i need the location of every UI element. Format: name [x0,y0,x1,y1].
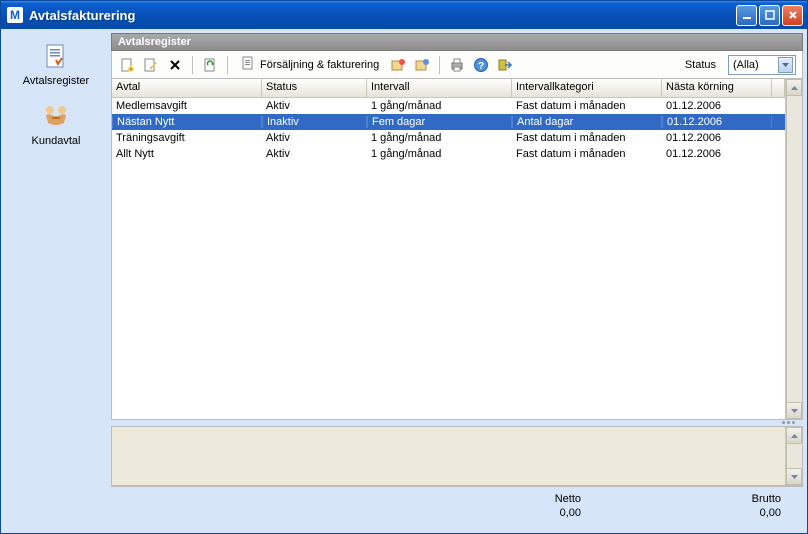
table-cell: 1 gång/månad [367,100,512,112]
titlebar[interactable]: M Avtalsfakturering [1,1,807,29]
toolbar: Försäljning & fakturering ? Status (Alla… [111,51,803,79]
column-header-spacer [772,79,785,97]
table-cell: Aktiv [262,132,367,144]
separator [439,56,440,74]
table-cell: Allt Nytt [112,148,262,160]
brutto-label: Brutto [701,493,781,505]
table-cell: 01.12.2006 [662,148,772,160]
delete-button[interactable] [166,56,184,74]
vertical-scrollbar[interactable] [785,79,802,419]
action2-button[interactable] [413,56,431,74]
sales-invoicing-label: Försäljning & fakturering [260,59,379,71]
table-cell: 1 gång/månad [367,132,512,144]
help-button[interactable]: ? [472,56,490,74]
netto-value: 0,00 [501,507,581,519]
table-cell: Antal dagar [512,116,662,128]
table-row[interactable]: MedlemsavgiftAktiv1 gång/månadFast datum… [112,98,785,114]
column-header-intervallkategori[interactable]: Intervallkategori [512,79,662,97]
scroll-track[interactable] [786,444,802,468]
refresh-button[interactable] [201,56,219,74]
table-cell: Träningsavgift [112,132,262,144]
column-header-intervall[interactable]: Intervall [367,79,512,97]
table-body: MedlemsavgiftAktiv1 gång/månadFast datum… [112,98,785,419]
print-button[interactable] [448,56,466,74]
sidebar-item-avtalsregister[interactable]: Avtalsregister [23,41,89,87]
table-cell: Fast datum i månaden [512,148,662,160]
window-title: Avtalsfakturering [29,8,736,23]
panel-title: Avtalsregister [111,33,803,51]
sales-invoicing-button[interactable]: Försäljning & fakturering [236,53,383,76]
document-icon [240,55,256,74]
status-select-value: (Alla) [733,59,759,71]
table-cell: Inaktiv [262,116,367,128]
sidebar-item-kundavtal[interactable]: Kundavtal [32,101,81,147]
document-icon [38,41,74,73]
app-icon: M [7,7,23,23]
table-cell: Fem dagar [367,116,512,128]
table-header: Avtal Status Intervall Intervallkategori… [112,79,785,98]
table-cell: 01.12.2006 [662,100,772,112]
status-label: Status [685,59,716,71]
brutto-value: 0,00 [701,507,781,519]
scroll-down-button[interactable] [786,402,802,419]
main-panel: Avtalsregister Försäljning & fakturering… [111,33,803,529]
scroll-up-button[interactable] [786,79,802,96]
svg-text:?: ? [478,61,484,72]
sidebar-item-label: Kundavtal [32,135,81,147]
table-cell: Medlemsavgift [112,100,262,112]
scroll-track[interactable] [786,96,802,402]
splitter-grip[interactable] [111,421,803,426]
table-cell: Aktiv [262,148,367,160]
table: Avtal Status Intervall Intervallkategori… [111,79,803,420]
table-cell: Nästan Nytt [112,116,262,128]
action1-button[interactable] [389,56,407,74]
table-row[interactable]: TräningsavgiftAktiv1 gång/månadFast datu… [112,130,785,146]
netto-label: Netto [501,493,581,505]
close-button[interactable] [782,5,803,26]
scroll-up-button[interactable] [786,427,802,444]
scroll-down-button[interactable] [786,468,802,485]
totals-row: Netto 0,00 Brutto 0,00 [111,486,803,523]
separator [192,56,193,74]
table-cell: Fast datum i månaden [512,132,662,144]
table-cell: 01.12.2006 [662,132,772,144]
column-header-nasta-korning[interactable]: Nästa körning [662,79,772,97]
column-header-avtal[interactable]: Avtal [112,79,262,97]
maximize-button[interactable] [759,5,780,26]
new-button[interactable] [118,56,136,74]
sidebar-item-label: Avtalsregister [23,75,89,87]
handshake-icon [38,101,74,133]
table-cell: 1 gång/månad [367,148,512,160]
chevron-down-icon [778,57,793,73]
exit-button[interactable] [496,56,514,74]
vertical-scrollbar[interactable] [785,427,802,485]
status-select[interactable]: (Alla) [728,55,796,75]
table-cell: 01.12.2006 [662,116,772,128]
table-row[interactable]: Nästan NyttInaktivFem dagarAntal dagar01… [112,114,785,130]
minimize-button[interactable] [736,5,757,26]
table-cell: Aktiv [262,100,367,112]
separator [227,56,228,74]
app-window: M Avtalsfakturering Avtalsregister Kunda… [0,0,808,534]
sidebar: Avtalsregister Kundavtal [5,33,107,529]
table-row[interactable]: Allt NyttAktiv1 gång/månadFast datum i m… [112,146,785,162]
detail-panel [111,426,803,486]
edit-button[interactable] [142,56,160,74]
column-header-status[interactable]: Status [262,79,367,97]
table-cell: Fast datum i månaden [512,100,662,112]
